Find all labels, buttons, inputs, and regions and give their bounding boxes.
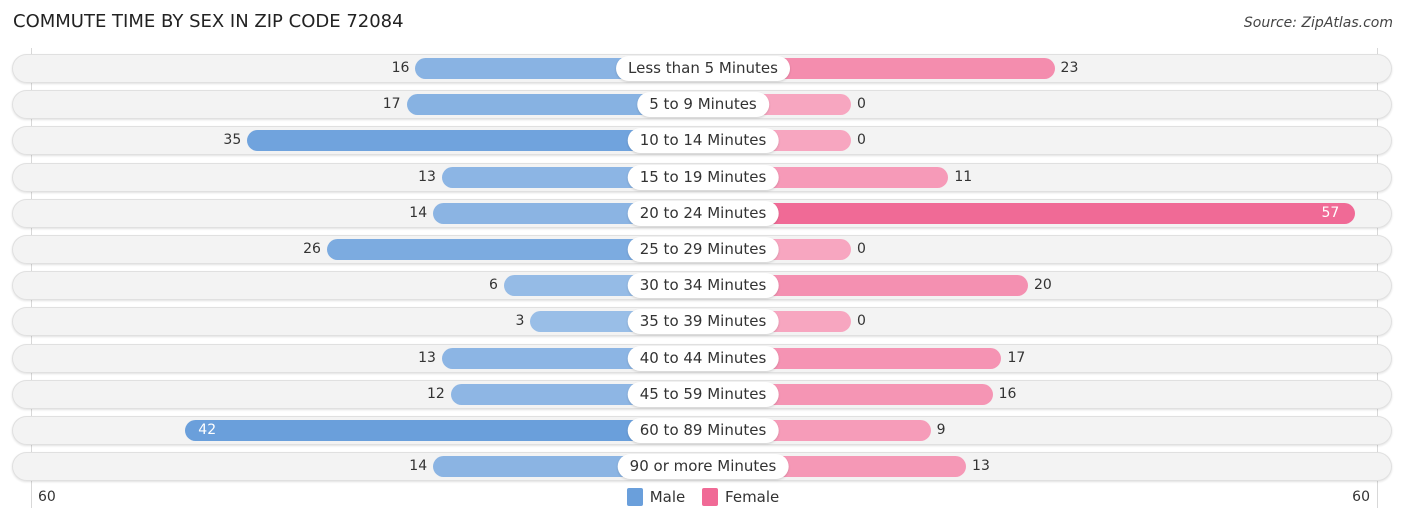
bar-female[interactable] [703, 202, 1356, 224]
chart-title: COMMUTE TIME BY SEX IN ZIP CODE 72084 [13, 11, 404, 32]
category-label: 20 to 24 Minutes [627, 200, 779, 226]
category-label: 90 or more Minutes [617, 454, 789, 480]
value-label-male: 16 [391, 60, 410, 76]
category-label: 60 to 89 Minutes [627, 418, 779, 443]
category-label: 30 to 34 Minutes [627, 273, 779, 299]
value-label-female: 0 [857, 96, 866, 113]
value-label-female: 13 [972, 458, 990, 475]
value-label-female: 17 [1007, 349, 1026, 366]
legend-item-male[interactable]: Male [626, 488, 686, 506]
legend-item-female[interactable]: Female [702, 488, 779, 506]
value-label-male: 35 [223, 132, 242, 149]
category-label: 10 to 14 Minutes [627, 128, 779, 154]
category-label: 40 to 44 Minutes [627, 345, 779, 371]
value-label-male: 3 [515, 313, 525, 330]
value-label-male: 26 [303, 241, 321, 257]
value-label-female: 0 [857, 132, 866, 149]
value-label-male: 13 [418, 349, 436, 366]
value-label-female: 57 [1321, 204, 1340, 221]
value-label-male: 14 [409, 204, 428, 221]
value-label-male: 14 [409, 458, 428, 475]
value-label-male: 12 [426, 385, 445, 402]
bar-male[interactable] [185, 420, 703, 441]
legend-label-female: Female [725, 488, 780, 506]
value-label-female: 20 [1034, 277, 1052, 294]
category-label: Less than 5 Minutes [616, 56, 790, 81]
value-label-female: 11 [954, 168, 973, 185]
category-label: 25 to 29 Minutes [627, 237, 779, 262]
value-label-female: 23 [1060, 60, 1079, 76]
legend-swatch-male [626, 488, 643, 506]
category-label: 45 to 59 Minutes [627, 381, 779, 407]
value-label-male: 6 [488, 277, 498, 294]
value-label-male: 17 [382, 96, 401, 113]
legend-swatch-female [702, 488, 719, 506]
value-label-male: 13 [418, 168, 436, 185]
category-label: 5 to 9 Minutes [637, 92, 769, 118]
category-label: 15 to 19 Minutes [627, 164, 779, 190]
value-label-male: 42 [198, 422, 217, 438]
source-credit: Source: ZipAtlas.com [1243, 15, 1393, 31]
chart-legend: Male Female [0, 488, 1406, 510]
value-label-female: 0 [857, 241, 866, 257]
value-label-female: 9 [936, 422, 946, 438]
value-label-female: 0 [857, 313, 866, 330]
legend-label-male: Male [649, 488, 686, 506]
category-label: 35 to 39 Minutes [627, 309, 779, 335]
value-label-female: 16 [998, 385, 1017, 402]
